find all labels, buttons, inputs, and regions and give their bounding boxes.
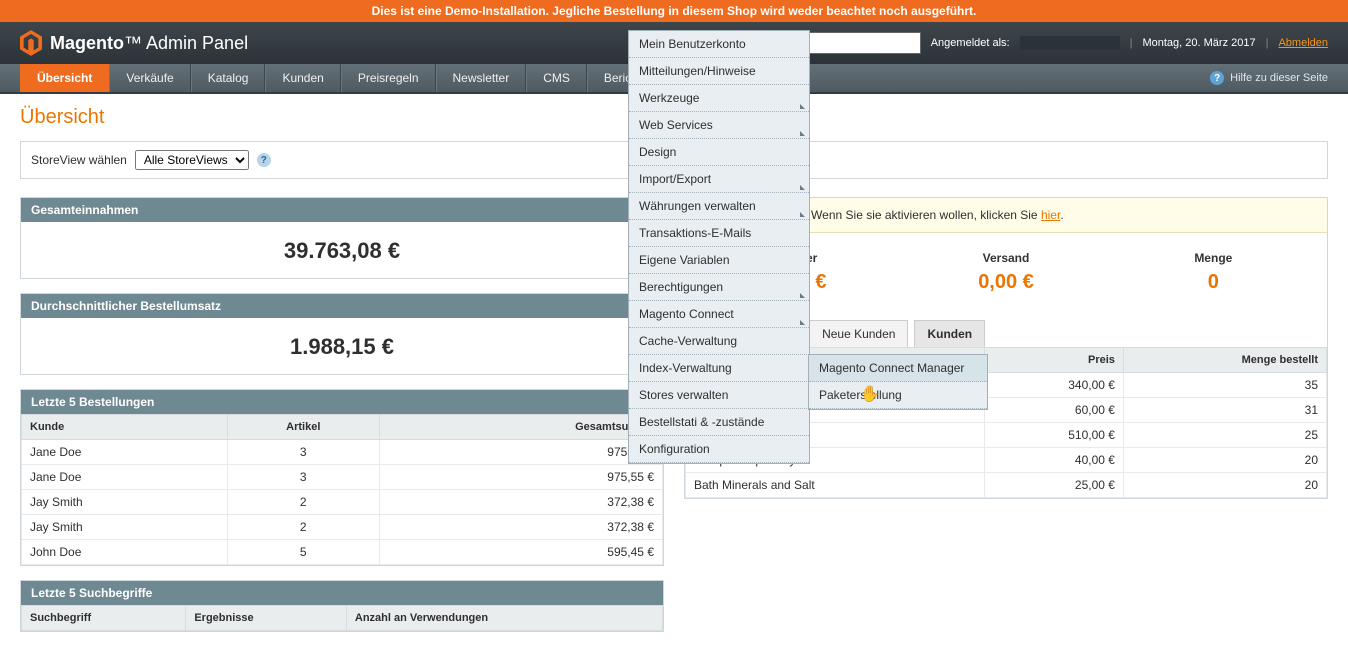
nav-item-kunden[interactable]: Kunden xyxy=(265,64,340,92)
system-menu-item[interactable]: Mein Benutzerkonto xyxy=(629,31,809,58)
store-view-select[interactable]: Alle StoreViews xyxy=(135,150,249,170)
enable-chart-link[interactable]: hier xyxy=(1041,208,1060,222)
table-row[interactable]: Bath Minerals and Salt25,00 €20 xyxy=(686,473,1327,498)
nav-item-preisregeln[interactable]: Preisregeln xyxy=(341,64,436,92)
tab[interactable]: Neue Kunden xyxy=(809,320,908,347)
system-menu-item[interactable]: Index-Verwaltung xyxy=(629,355,809,382)
table-row[interactable]: Jane Doe3975,55 € xyxy=(22,440,663,465)
avg-title: Durchschnittlicher Bestellumsatz xyxy=(21,294,663,318)
revenue-box: Gesamteinnahmen 39.763,08 € xyxy=(20,197,664,279)
searches-title: Letzte 5 Suchbegriffe xyxy=(21,581,663,605)
system-menu-item[interactable]: Import/Export xyxy=(629,166,809,193)
system-menu-item[interactable]: Design xyxy=(629,139,809,166)
system-menu-item[interactable]: Werkzeuge xyxy=(629,85,809,112)
system-dropdown: Mein BenutzerkontoMitteilungen/HinweiseW… xyxy=(628,30,810,464)
system-menu-item[interactable]: Bestellstati & -zustände xyxy=(629,409,809,436)
table-row[interactable]: Jay Smith2372,38 € xyxy=(22,490,663,515)
system-menu-item[interactable]: Eigene Variablen xyxy=(629,247,809,274)
submenu-item[interactable]: Magento Connect Manager xyxy=(809,355,987,382)
logo[interactable]: Magento™ Admin Panel xyxy=(20,30,248,56)
avg-box: Durchschnittlicher Bestellumsatz 1.988,1… xyxy=(20,293,664,375)
nav-item-katalog[interactable]: Katalog xyxy=(191,64,266,92)
system-menu-item[interactable]: Konfiguration xyxy=(629,436,809,463)
metric: Menge0 xyxy=(1110,251,1317,294)
system-menu-item[interactable]: Stores verwalten xyxy=(629,382,809,409)
system-menu-item[interactable]: Transaktions-E-Mails xyxy=(629,220,809,247)
tab[interactable]: Kunden xyxy=(914,320,985,347)
nav-item-newsletter[interactable]: Newsletter xyxy=(436,64,527,92)
metric: Versand0,00 € xyxy=(902,251,1109,294)
system-menu-item[interactable]: Berechtigungen xyxy=(629,274,809,301)
nav-item-verkäufe[interactable]: Verkäufe xyxy=(109,64,190,92)
logo-text: Magento™ Admin Panel xyxy=(50,33,248,54)
table-row[interactable]: Jay Smith2372,38 € xyxy=(22,515,663,540)
demo-banner: Dies ist eine Demo-Installation. Jeglich… xyxy=(0,0,1348,22)
magento-icon xyxy=(20,30,42,56)
table-row[interactable]: Jane Doe3975,55 € xyxy=(22,465,663,490)
info-icon[interactable]: ? xyxy=(257,153,271,167)
system-menu-item[interactable]: Web Services xyxy=(629,112,809,139)
date: Montag, 20. März 2017 xyxy=(1142,37,1255,49)
searches-box: Letzte 5 Suchbegriffe SuchbegriffErgebni… xyxy=(20,580,664,632)
revenue-title: Gesamteinnahmen xyxy=(21,198,663,222)
system-menu-item[interactable]: Magento Connect xyxy=(629,301,809,328)
table-row[interactable]: John Doe5595,45 € xyxy=(22,540,663,565)
help-icon: ? xyxy=(1210,71,1224,85)
store-view-label: StoreView wählen xyxy=(31,153,127,167)
logged-in-label: Angemeldet als: xyxy=(931,37,1010,49)
nav-item-übersicht[interactable]: Übersicht xyxy=(20,64,109,92)
user-name-redacted xyxy=(1020,36,1120,50)
system-menu-item[interactable]: Cache-Verwaltung xyxy=(629,328,809,355)
logout-link[interactable]: Abmelden xyxy=(1278,37,1328,49)
submenu-item[interactable]: Paketerstellung xyxy=(809,382,987,409)
orders-box: Letzte 5 Bestellungen KundeArtikelGesamt… xyxy=(20,389,664,566)
avg-value: 1.988,15 € xyxy=(21,318,663,374)
orders-table: KundeArtikelGesamtsummeJane Doe3975,55 €… xyxy=(21,414,663,565)
help-link[interactable]: ? Hilfe zu dieser Seite xyxy=(1210,64,1328,92)
system-menu-item[interactable]: Mitteilungen/Hinweise xyxy=(629,58,809,85)
nav-item-cms[interactable]: CMS xyxy=(526,64,587,92)
magento-connect-submenu: Magento Connect ManagerPaketerstellung xyxy=(808,354,988,410)
revenue-value: 39.763,08 € xyxy=(21,222,663,278)
system-menu-item[interactable]: Währungen verwalten xyxy=(629,193,809,220)
orders-title: Letzte 5 Bestellungen xyxy=(21,390,663,414)
searches-table: SuchbegriffErgebnisseAnzahl an Verwendun… xyxy=(21,605,663,631)
